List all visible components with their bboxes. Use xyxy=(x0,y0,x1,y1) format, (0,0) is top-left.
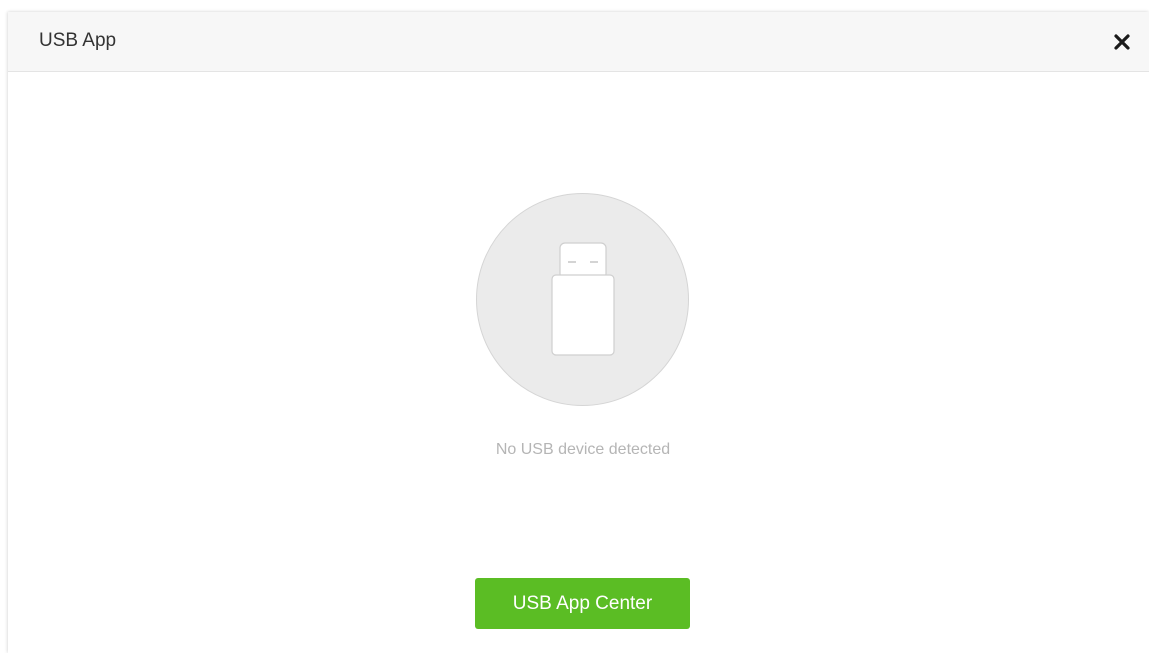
close-icon xyxy=(1114,34,1130,50)
usb-app-dialog: USB App No USB device detected USB App C… xyxy=(8,12,1149,653)
dialog-header: USB App xyxy=(8,12,1149,72)
usb-illustration xyxy=(476,193,689,406)
close-button[interactable] xyxy=(1108,28,1136,56)
dialog-title: USB App xyxy=(39,30,117,51)
usb-app-center-button[interactable]: USB App Center xyxy=(475,578,690,629)
usb-drive-icon xyxy=(551,242,615,356)
status-text: No USB device detected xyxy=(495,441,671,458)
